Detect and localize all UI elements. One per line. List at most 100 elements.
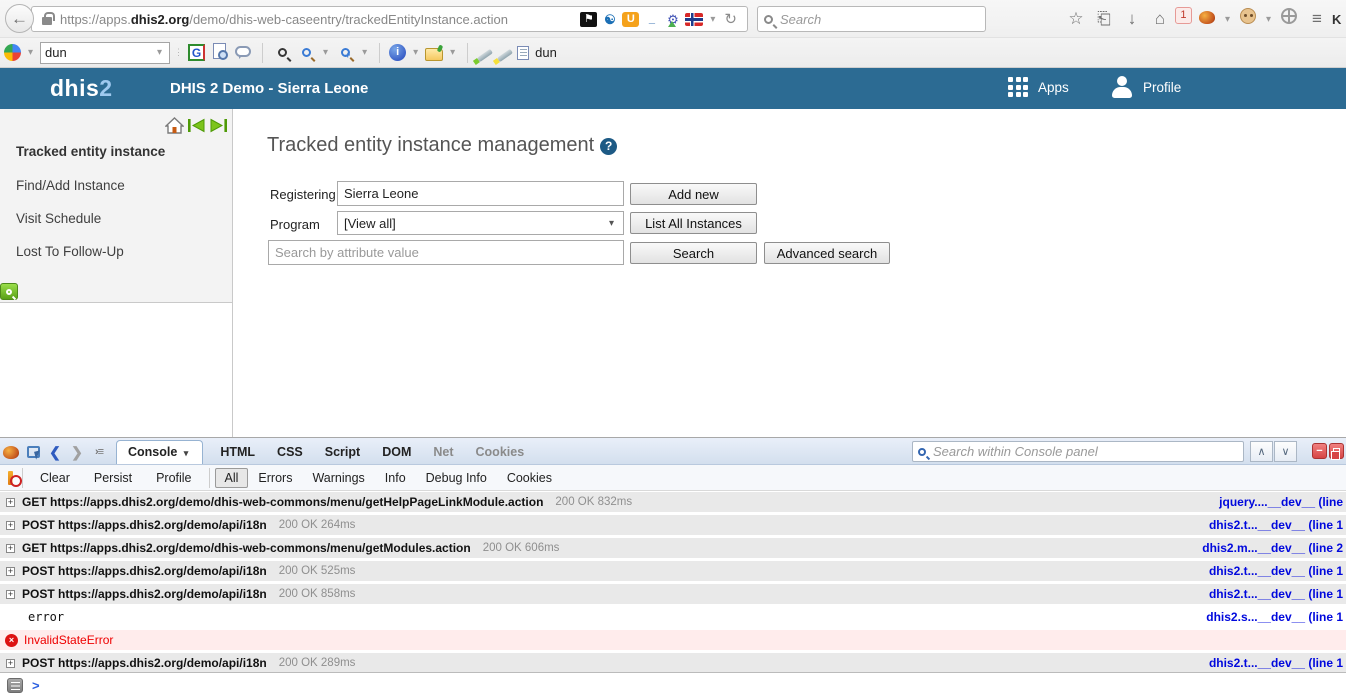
- underscore-extension-icon[interactable]: _: [643, 12, 660, 27]
- firebug-minimize-button[interactable]: −: [1312, 443, 1327, 459]
- inspect-element-icon[interactable]: [22, 441, 44, 463]
- greasemonkey-dropdown-icon[interactable]: ▾: [1263, 14, 1274, 25]
- help-icon[interactable]: ?: [600, 138, 617, 155]
- greasemonkey-icon[interactable]: [1235, 6, 1261, 32]
- source-link[interactable]: dhis2.m...__dev__ (line 2: [1202, 541, 1343, 555]
- browser-search-bar[interactable]: [757, 6, 986, 32]
- sidebar-item-find-add-instance[interactable]: Find/Add Instance: [16, 178, 125, 193]
- sidebar-item-lost-to-follow-up[interactable]: Lost To Follow-Up: [16, 244, 124, 259]
- browser-search-input[interactable]: [773, 12, 979, 27]
- source-link[interactable]: jquery....__dev__ (line: [1219, 495, 1343, 509]
- info-dropdown-icon[interactable]: ▾: [410, 47, 421, 58]
- filter-warnings[interactable]: Warnings: [302, 468, 374, 488]
- tab-script[interactable]: Script: [314, 441, 371, 464]
- globe-edit-icon[interactable]: [1276, 6, 1302, 32]
- green-highlighter-icon[interactable]: [477, 49, 493, 62]
- expand-icon[interactable]: +: [6, 567, 15, 576]
- filter-debug-info[interactable]: Debug Info: [416, 468, 497, 488]
- zoom-dropdown-icon[interactable]: ▾: [320, 47, 331, 58]
- filter-info[interactable]: Info: [375, 468, 416, 488]
- zoom-in-icon[interactable]: +: [335, 43, 355, 63]
- sidebar-search-toggle-icon[interactable]: [0, 283, 18, 300]
- expand-icon[interactable]: +: [6, 659, 15, 668]
- lock-icon[interactable]: [42, 17, 52, 25]
- attribute-search-input[interactable]: [268, 240, 624, 265]
- source-link[interactable]: dhis2.t...__dev__ (line 1: [1209, 564, 1343, 578]
- downloads-icon[interactable]: ↓: [1119, 6, 1145, 32]
- dhis2-logo[interactable]: dhis2: [50, 75, 113, 102]
- tab-html[interactable]: HTML: [209, 441, 266, 464]
- filter-cookies[interactable]: Cookies: [497, 468, 562, 488]
- break-on-errors-icon[interactable]: [8, 471, 13, 485]
- command-line-toggle-icon[interactable]: ›≡: [88, 441, 110, 463]
- sidebar-section-title[interactable]: Tracked entity instance: [16, 144, 165, 159]
- yellow-highlighter-icon[interactable]: [497, 49, 513, 62]
- console-search-box[interactable]: [912, 441, 1244, 462]
- persist-button[interactable]: Persist: [82, 468, 144, 488]
- tab-net[interactable]: Net: [422, 441, 464, 464]
- gear-extension-icon[interactable]: ⚙: [664, 12, 681, 27]
- info-icon[interactable]: i: [389, 44, 406, 61]
- swirl-extension-icon[interactable]: ☯: [601, 12, 618, 27]
- previous-module-icon[interactable]: [187, 117, 206, 134]
- tab-console[interactable]: Console ▾: [116, 440, 203, 464]
- source-link[interactable]: dhis2.s...__dev__ (line 1: [1206, 610, 1343, 624]
- source-link[interactable]: dhis2.t...__dev__ (line 1: [1209, 587, 1343, 601]
- back-button[interactable]: ←: [5, 4, 34, 33]
- registering-unit-input[interactable]: [337, 181, 624, 206]
- expand-icon[interactable]: +: [6, 544, 15, 553]
- program-select[interactable]: [View all] ▾: [337, 211, 624, 235]
- profile-menu-button[interactable]: Profile: [1110, 75, 1181, 99]
- firebug-menu-icon[interactable]: [0, 441, 22, 463]
- notification-badge[interactable]: 1: [1175, 7, 1192, 24]
- sidebar-item-visit-schedule[interactable]: Visit Schedule: [16, 211, 101, 226]
- history-forward-icon[interactable]: ❯: [66, 441, 88, 463]
- filter-all[interactable]: All: [215, 468, 249, 488]
- toolbar-search-combo[interactable]: dun ▾: [40, 42, 170, 64]
- search-next-button[interactable]: ∨: [1274, 441, 1297, 462]
- command-line-icon[interactable]: [7, 678, 23, 693]
- list-all-instances-button[interactable]: List All Instances: [630, 212, 757, 234]
- folder-dropdown-icon[interactable]: ▾: [447, 47, 458, 58]
- history-back-icon[interactable]: ❮: [44, 441, 66, 463]
- zoom-in-dropdown-icon[interactable]: ▾: [359, 47, 370, 58]
- orange-u-extension-icon[interactable]: U: [622, 12, 639, 27]
- highlight-page-icon[interactable]: [517, 46, 529, 60]
- command-line-prompt[interactable]: >: [32, 678, 40, 693]
- menu-hamburger-icon[interactable]: ≡: [1304, 6, 1330, 32]
- comment-bubble-icon[interactable]: [233, 43, 253, 63]
- page-find-icon[interactable]: [209, 43, 229, 63]
- bookmarks-list-icon[interactable]: ⎗: [1091, 6, 1117, 32]
- advanced-search-button[interactable]: Advanced search: [764, 242, 890, 264]
- clipped-extension-icon[interactable]: K: [1332, 12, 1342, 27]
- home-icon[interactable]: ⌂: [1147, 6, 1173, 32]
- spotlight-search-icon[interactable]: [272, 43, 292, 63]
- firebug-toolbar-icon[interactable]: [1194, 6, 1220, 32]
- console-search-input[interactable]: [926, 444, 1238, 459]
- urlbar-dropdown-icon[interactable]: ▾: [707, 14, 718, 25]
- firebug-detach-button[interactable]: [1329, 443, 1344, 459]
- search-previous-button[interactable]: ∧: [1250, 441, 1273, 462]
- apps-menu-button[interactable]: Apps: [1008, 77, 1069, 98]
- expand-icon[interactable]: +: [6, 498, 15, 507]
- url-bar[interactable]: https://apps.dhis2.org/demo/dhis-web-cas…: [31, 6, 748, 32]
- reload-icon[interactable]: ↻: [722, 10, 743, 28]
- norway-flag-icon[interactable]: [685, 13, 703, 26]
- bookmark-star-icon[interactable]: ☆: [1063, 6, 1089, 32]
- g-search-icon[interactable]: G: [188, 44, 205, 61]
- folder-pin-icon[interactable]: [425, 48, 443, 61]
- firebug-dropdown-icon[interactable]: ▾: [1222, 14, 1233, 25]
- add-new-button[interactable]: Add new: [630, 183, 757, 205]
- expand-icon[interactable]: +: [6, 590, 15, 599]
- flag-extension-icon[interactable]: ⚑: [580, 12, 597, 27]
- next-module-icon[interactable]: [209, 117, 228, 134]
- profile-button[interactable]: Profile: [144, 468, 203, 488]
- expand-icon[interactable]: +: [6, 521, 15, 530]
- source-link[interactable]: dhis2.t...__dev__ (line 1: [1209, 518, 1343, 532]
- module-home-icon[interactable]: [165, 117, 184, 134]
- tab-cookies[interactable]: Cookies: [465, 441, 536, 464]
- clear-button[interactable]: Clear: [28, 468, 82, 488]
- tab-css[interactable]: CSS: [266, 441, 314, 464]
- google-toolbar-icon[interactable]: [4, 44, 21, 61]
- search-button[interactable]: Search: [630, 242, 757, 264]
